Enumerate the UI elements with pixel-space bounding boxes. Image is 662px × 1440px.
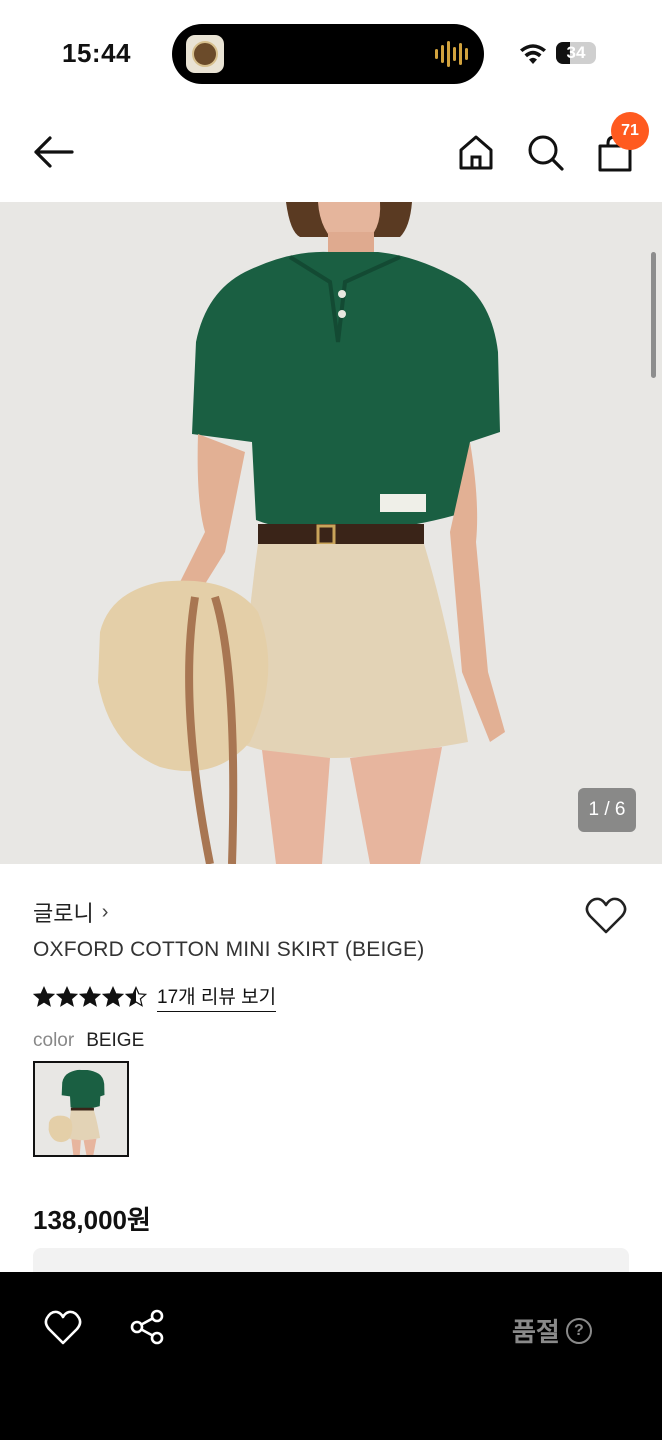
- battery-indicator: 34: [556, 42, 596, 64]
- rating-row: 17개 리뷰 보기: [33, 982, 277, 1012]
- share-icon[interactable]: [128, 1308, 166, 1346]
- color-swatch-thumbnail[interactable]: [33, 1061, 129, 1157]
- home-icon[interactable]: [456, 132, 496, 172]
- product-photo: [0, 202, 662, 864]
- color-row: color BEIGE: [33, 1030, 144, 1052]
- back-arrow-icon[interactable]: [30, 132, 76, 172]
- product-title: OXFORD COTTON MINI SKIRT (BEIGE): [33, 938, 425, 961]
- star-icon: [33, 986, 55, 1007]
- star-icon: [102, 986, 124, 1007]
- battery-level: 34: [566, 43, 586, 62]
- star-icon: [56, 986, 78, 1007]
- review-link[interactable]: 17개 리뷰 보기: [157, 982, 277, 1012]
- status-time: 15:44: [62, 38, 131, 68]
- sold-out-status: 품절 ?: [512, 1312, 592, 1349]
- brand-link[interactable]: 글로니 ›: [33, 896, 108, 928]
- help-circle-icon[interactable]: ?: [565, 1317, 592, 1344]
- star-icon: [125, 986, 147, 1007]
- brand-name: 글로니: [33, 901, 94, 926]
- wifi-icon: [520, 44, 546, 64]
- image-page-counter: 1 / 6: [578, 788, 636, 832]
- swatch-photo: [35, 1063, 127, 1155]
- status-bar: 15:44 34: [0, 0, 662, 100]
- bottom-action-bar: 품절 ?: [0, 1272, 662, 1440]
- color-label: color: [33, 1030, 75, 1051]
- chevron-right-icon: ›: [101, 900, 109, 923]
- product-price: 138,000원: [33, 1205, 151, 1235]
- clock-app-icon: [186, 35, 224, 73]
- dynamic-island: [172, 24, 484, 84]
- product-image[interactable]: [0, 202, 662, 864]
- scroll-indicator[interactable]: [651, 252, 656, 378]
- bottom-heart-icon[interactable]: [44, 1310, 82, 1346]
- audio-wave-icon: [435, 40, 468, 68]
- star-icon: [79, 986, 101, 1007]
- rating-stars: [33, 986, 147, 1008]
- color-value: BEIGE: [86, 1030, 145, 1051]
- wishlist-heart-icon[interactable]: [584, 896, 628, 936]
- search-icon[interactable]: [525, 132, 565, 172]
- sold-out-label: 품절: [512, 1317, 560, 1347]
- cart-count-badge: 71: [611, 112, 649, 150]
